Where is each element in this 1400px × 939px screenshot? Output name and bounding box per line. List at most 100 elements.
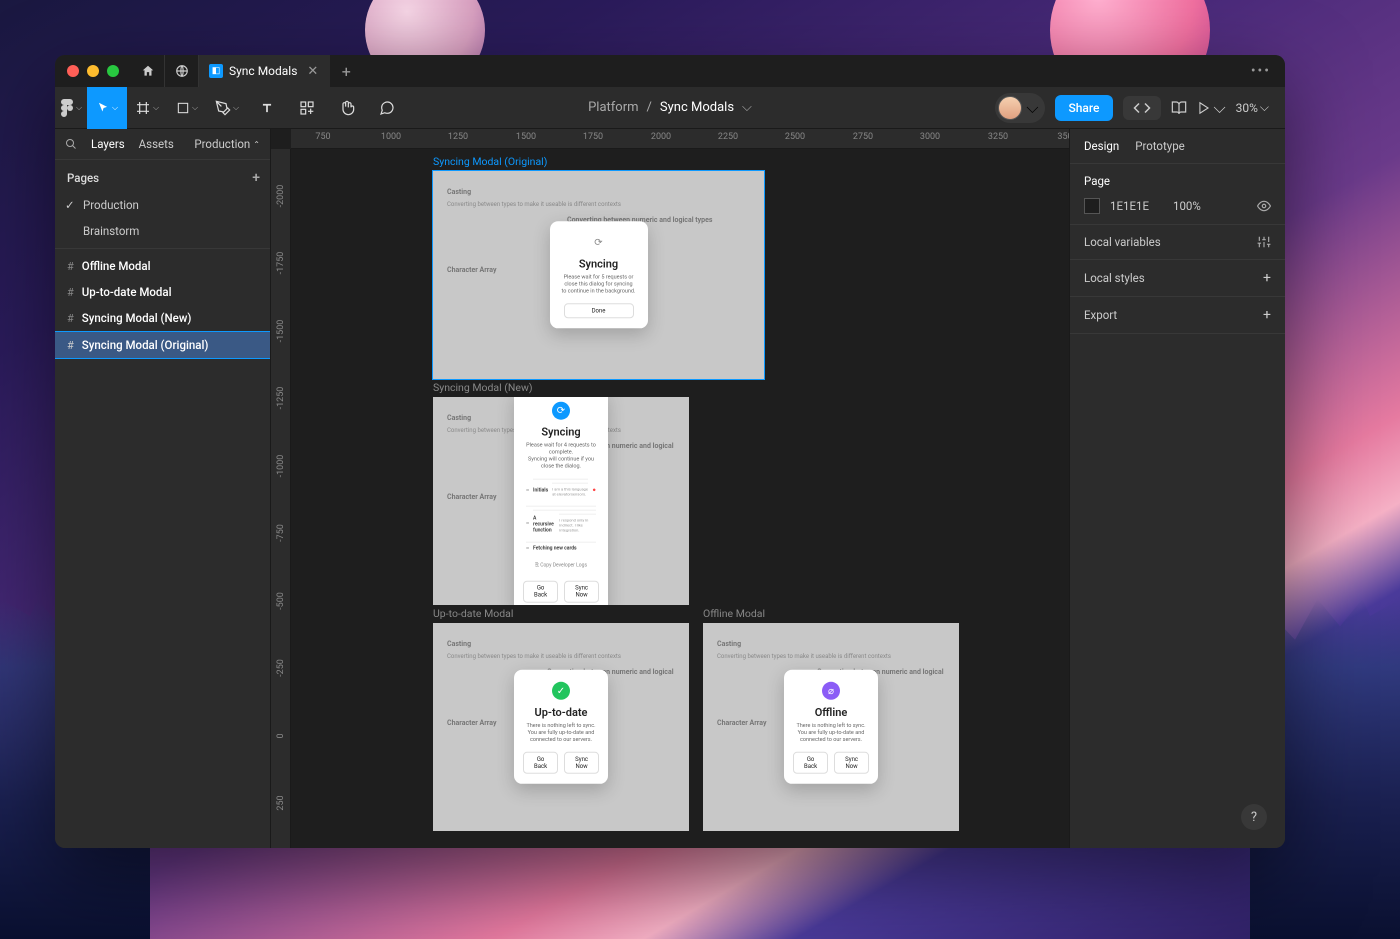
done-button[interactable]: Done — [564, 304, 634, 319]
home-button[interactable] — [131, 55, 165, 87]
community-button[interactable] — [165, 55, 199, 87]
go-back-button[interactable]: Go Back — [523, 752, 558, 774]
zoom-menu[interactable]: 30% ⌵ — [1236, 100, 1269, 115]
layer-item[interactable]: # Offline Modal — [55, 253, 270, 279]
list-item: ○A recursive functionI respond only in i… — [526, 505, 596, 541]
check-icon: ✓ — [65, 198, 75, 212]
sync-now-button[interactable]: Sync Now — [564, 580, 599, 602]
layers-tab[interactable]: Layers — [91, 137, 125, 151]
app-window: ◧ Sync Modals ✕ + ••• ⌵ ⌵ ⌵ ⌵ ⌵ — [55, 55, 1285, 848]
figma-file-icon: ◧ — [209, 64, 223, 78]
help-button[interactable]: ? — [1241, 804, 1267, 830]
frame-icon: # — [67, 312, 74, 325]
frame-tool[interactable]: ⌵ — [127, 87, 167, 129]
comment-icon — [379, 100, 395, 116]
modal-offline: ⌀ Offline There is nothing left to sync.… — [784, 670, 878, 784]
search-button[interactable] — [65, 138, 77, 150]
page-item[interactable]: ✓ Production — [55, 192, 270, 218]
frame-syncing-original[interactable]: CastingConverting between types to make … — [433, 171, 764, 379]
layer-item[interactable]: # Up-to-date Modal — [55, 279, 270, 305]
check-icon: ✓ — [552, 682, 570, 700]
share-button[interactable]: Share — [1055, 95, 1114, 121]
page-selector[interactable]: Production ⌃ — [194, 137, 260, 151]
close-window-button[interactable] — [67, 65, 79, 77]
prototype-tab[interactable]: Prototype — [1135, 139, 1185, 153]
add-style-button[interactable]: + — [1263, 270, 1271, 286]
frame-label[interactable]: Syncing Modal (Original) — [433, 155, 764, 168]
more-menu-button[interactable]: ••• — [1237, 63, 1285, 79]
copy-logs-link[interactable]: ⎘ Copy Developer Logs — [514, 558, 608, 572]
breadcrumb-separator: / — [647, 100, 652, 115]
background-opacity-value[interactable]: 100% — [1173, 199, 1201, 213]
code-icon — [1133, 102, 1151, 114]
modal-title: Syncing — [514, 426, 608, 439]
background-color-value[interactable]: 1E1E1E — [1110, 199, 1149, 213]
wifi-off-icon: ⌀ — [822, 682, 840, 700]
frame-syncing-new[interactable]: CastingConverting between types to make … — [433, 397, 689, 605]
modal-title: Offline — [784, 706, 878, 719]
frame-label[interactable]: Syncing Modal (New) — [433, 381, 689, 394]
library-button[interactable] — [1171, 100, 1187, 116]
file-name[interactable]: Sync Modals — [660, 100, 734, 115]
frame-label[interactable]: Up-to-date Modal — [433, 607, 689, 620]
move-tool[interactable]: ⌵ — [87, 87, 127, 129]
modal-body: Please wait for 5 requests or close this… — [550, 274, 648, 295]
local-variables-header: Local variables — [1084, 235, 1161, 249]
comment-tool[interactable] — [367, 87, 407, 129]
sync-list: ○InitialsI am a this language at elevato… — [514, 471, 608, 558]
sync-now-button[interactable]: Sync Now — [564, 752, 599, 774]
frame-icon: # — [67, 286, 74, 299]
pen-tool[interactable]: ⌵ — [207, 87, 247, 129]
design-tab[interactable]: Design — [1084, 139, 1119, 153]
modal-up-to-date: ✓ Up-to-date There is nothing left to sy… — [514, 670, 608, 784]
toolbar: ⌵ ⌵ ⌵ ⌵ ⌵ — [55, 87, 1285, 129]
file-tab[interactable]: ◧ Sync Modals ✕ — [199, 55, 330, 87]
frame-icon: # — [67, 339, 74, 352]
visibility-toggle[interactable] — [1257, 199, 1271, 213]
go-back-button[interactable]: Go Back — [793, 752, 828, 774]
new-tab-button[interactable]: + — [330, 62, 362, 81]
canvas-content[interactable]: Syncing Modal (Original) CastingConverti… — [291, 149, 1069, 848]
layer-item[interactable]: # Syncing Modal (New) — [55, 305, 270, 331]
frame-label[interactable]: Offline Modal — [703, 607, 959, 620]
user-menu[interactable]: ⌵ — [995, 93, 1044, 123]
dev-mode-button[interactable] — [1123, 96, 1161, 120]
resources-tool[interactable] — [287, 87, 327, 129]
present-button[interactable]: ⌵ — [1197, 98, 1225, 118]
modal-title: Syncing — [550, 257, 648, 270]
maximize-window-button[interactable] — [107, 65, 119, 77]
file-chevron-icon[interactable]: ⌵ — [742, 100, 752, 115]
main-menu-button[interactable]: ⌵ — [55, 87, 87, 129]
modal-title: Up-to-date — [514, 706, 608, 719]
layer-item-selected[interactable]: # Syncing Modal (Original) — [55, 331, 270, 359]
modal-syncing-new: ⟳ Syncing Please wait for 4 requests to … — [514, 397, 608, 605]
refresh-icon: ⟳ — [590, 233, 608, 251]
zoom-level: 30% — [1236, 101, 1258, 115]
home-icon — [141, 64, 155, 78]
close-tab-button[interactable]: ✕ — [303, 64, 320, 79]
page-item[interactable]: Brainstorm — [55, 218, 270, 244]
sync-now-button[interactable]: Sync Now — [834, 752, 869, 774]
tab-title: Sync Modals — [229, 64, 297, 78]
assets-tab[interactable]: Assets — [139, 137, 174, 151]
play-icon — [1197, 101, 1211, 115]
frame-offline[interactable]: CastingConverting between types to make … — [703, 623, 959, 831]
pages-header: Pages — [67, 171, 99, 185]
modal-body: There is nothing left to sync. You are f… — [514, 723, 608, 744]
variables-settings-button[interactable] — [1257, 235, 1271, 249]
background-color-swatch[interactable] — [1084, 198, 1100, 214]
shape-tool[interactable]: ⌵ — [167, 87, 207, 129]
go-back-button[interactable]: Go Back — [523, 580, 558, 602]
frame-up-to-date[interactable]: CastingConverting between types to make … — [433, 623, 689, 831]
add-export-button[interactable]: + — [1263, 307, 1271, 323]
breadcrumb: Platform / Sync Modals ⌵ — [588, 100, 752, 115]
window-controls — [55, 65, 131, 77]
project-name[interactable]: Platform — [588, 100, 638, 115]
rectangle-icon — [176, 101, 190, 115]
local-styles-header: Local styles — [1084, 271, 1145, 285]
hand-tool[interactable] — [327, 87, 367, 129]
canvas[interactable]: 750 1000 1250 1500 1750 2000 2250 2500 2… — [271, 129, 1069, 848]
text-tool[interactable] — [247, 87, 287, 129]
minimize-window-button[interactable] — [87, 65, 99, 77]
add-page-button[interactable]: + — [252, 170, 260, 186]
